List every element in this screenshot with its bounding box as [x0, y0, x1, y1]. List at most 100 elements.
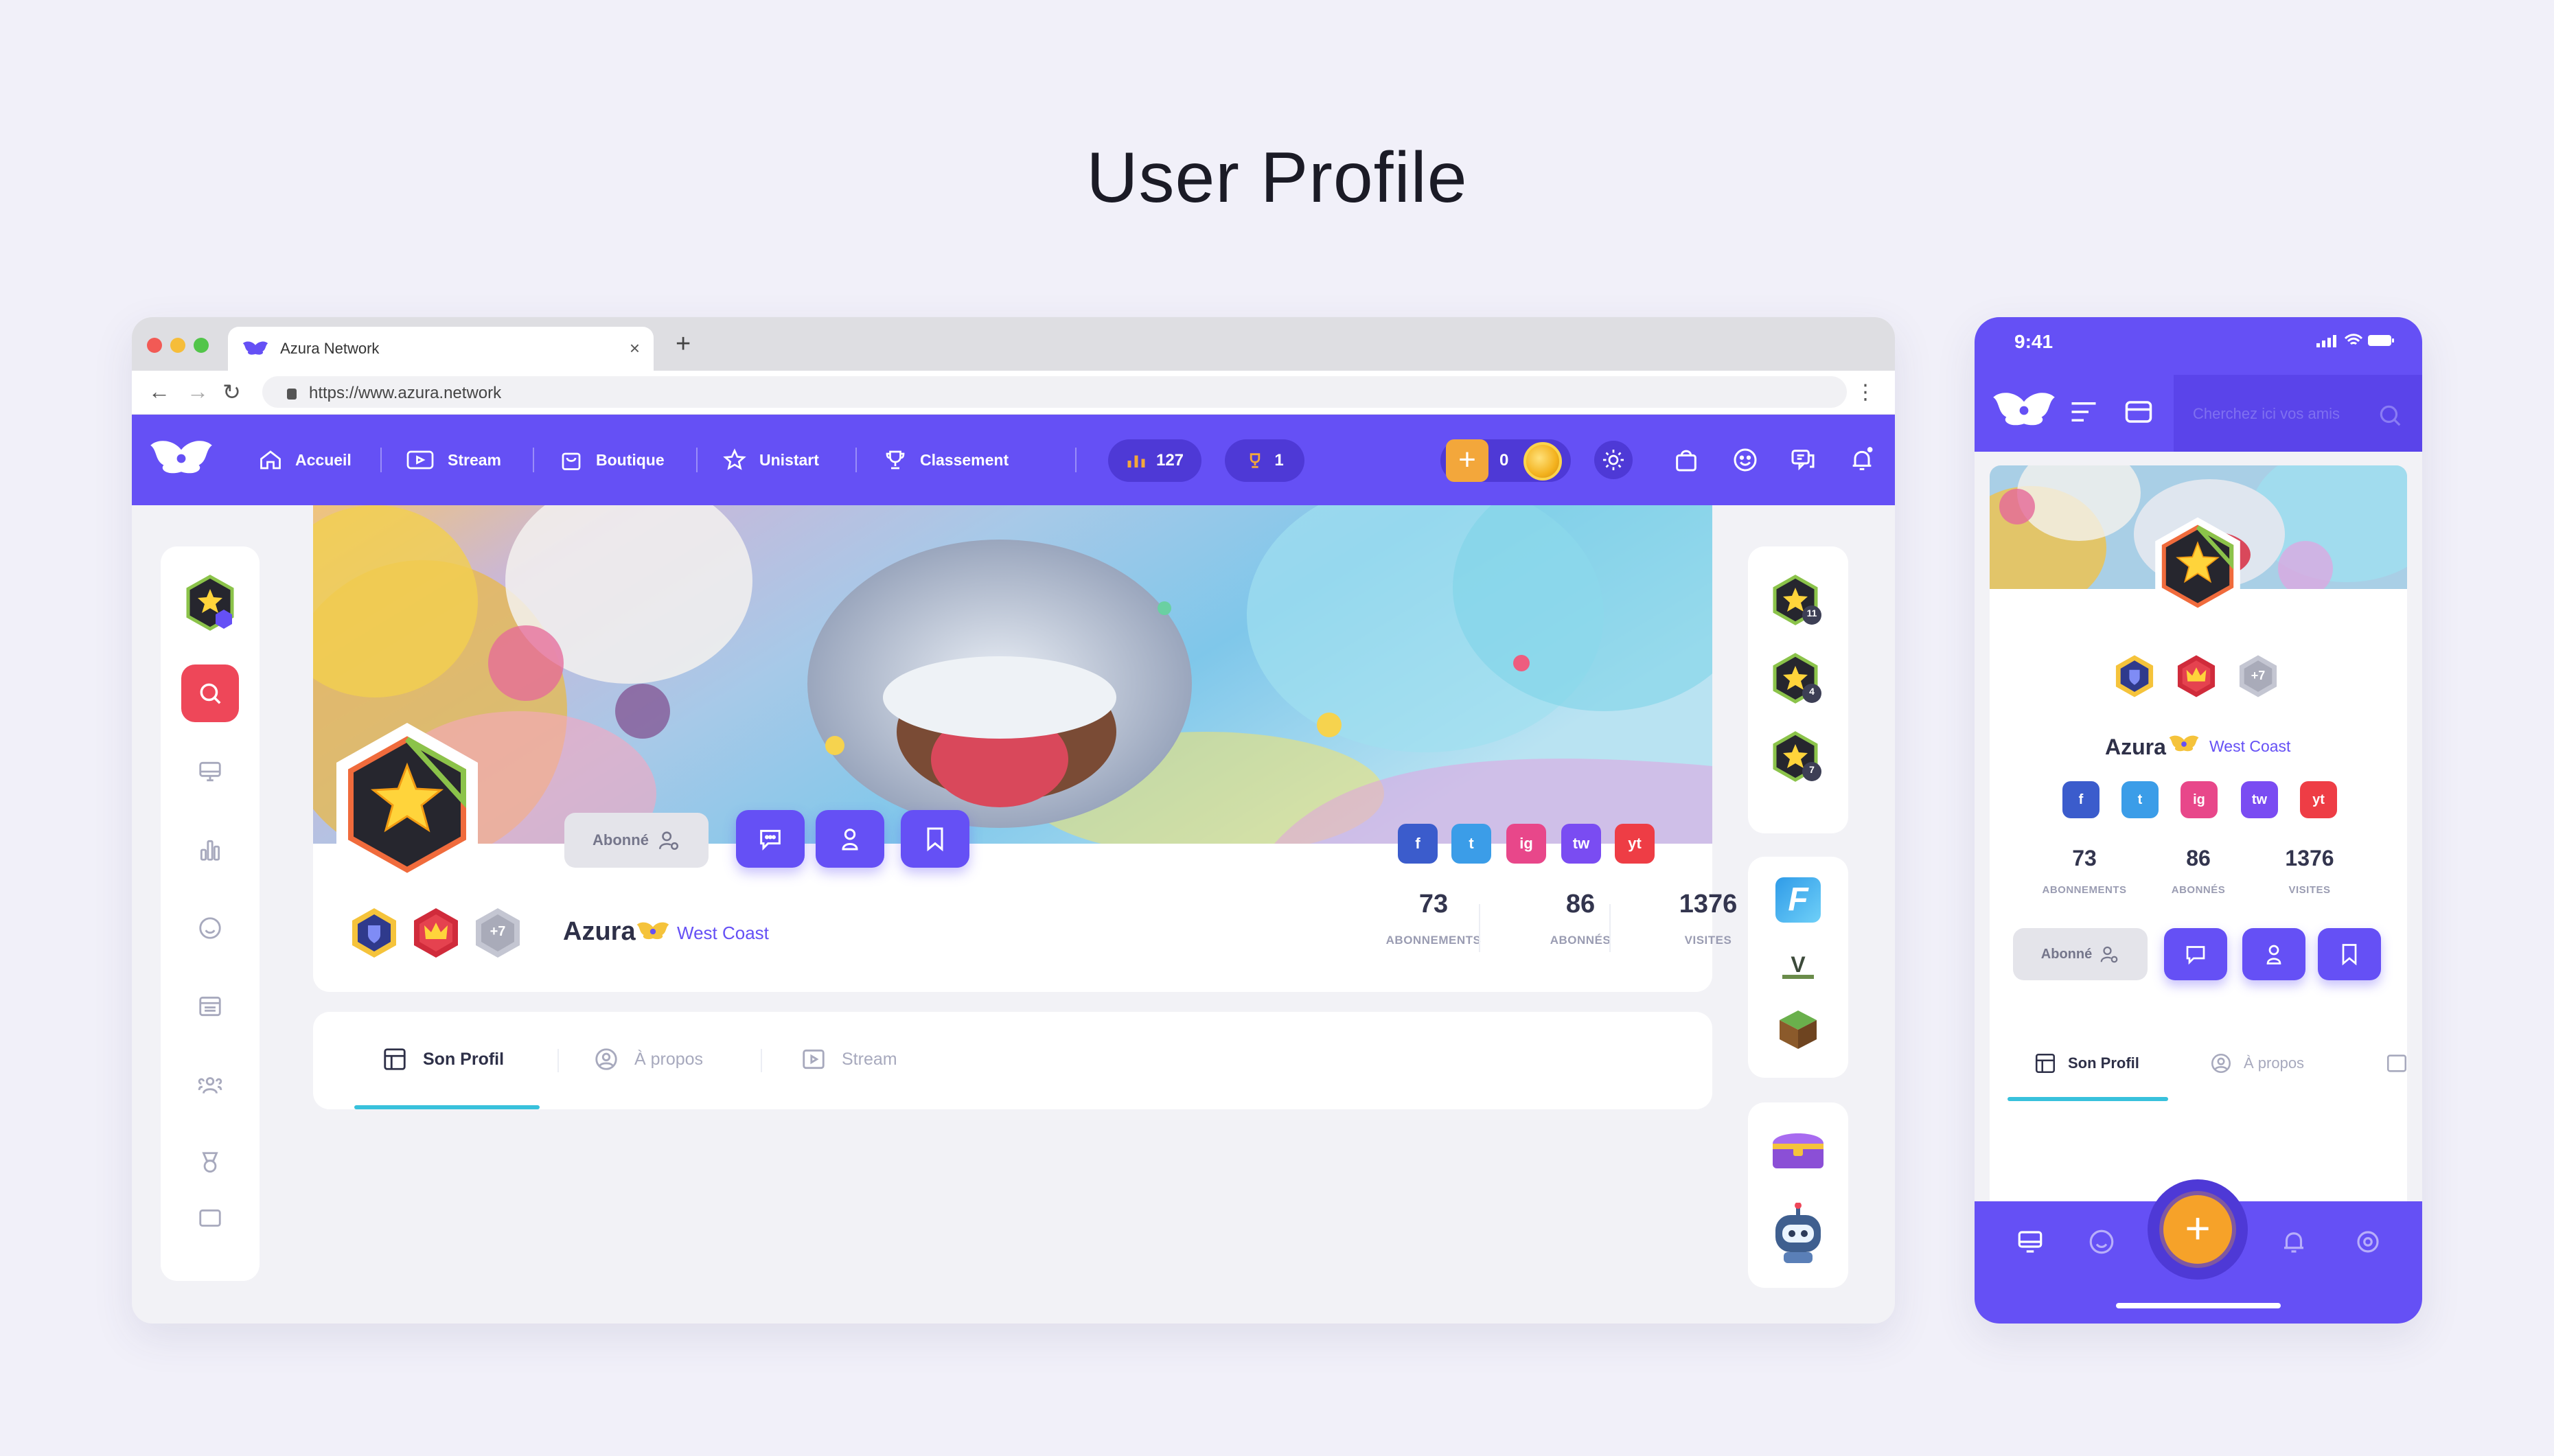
- shop-bag-icon[interactable]: [1672, 446, 1700, 474]
- stat-followers-label: ABONNÉS: [2171, 884, 2226, 896]
- stat-divider: [1609, 904, 1611, 952]
- shield-badge-icon[interactable]: [2112, 654, 2157, 699]
- subscribe-button[interactable]: Abonné: [2013, 928, 2148, 980]
- twitch-button[interactable]: tw: [1561, 824, 1601, 864]
- crown-badge-icon[interactable]: [409, 906, 463, 960]
- profile-avatar[interactable]: [321, 719, 493, 890]
- bottom-nav-notifications[interactable]: [2279, 1227, 2308, 1256]
- friend-level-hexagon-icon[interactable]: [1771, 652, 1826, 707]
- azura-logo-icon[interactable]: [147, 437, 216, 481]
- tab-stream[interactable]: [2385, 1052, 2408, 1075]
- close-window-button[interactable]: [147, 338, 162, 353]
- forward-arrow-icon[interactable]: →: [187, 379, 209, 404]
- nav-stream[interactable]: Stream: [405, 446, 501, 474]
- url-input[interactable]: https://www.azura.network: [262, 376, 1847, 408]
- level-hexagon-icon[interactable]: [184, 574, 236, 632]
- nav-divider: [380, 448, 382, 472]
- twitter-button[interactable]: t: [1451, 824, 1491, 864]
- gta-game-icon[interactable]: V: [1775, 942, 1821, 987]
- search-button[interactable]: [181, 665, 239, 722]
- bottom-nav-feed[interactable]: [2016, 1227, 2045, 1256]
- tab-a-propos[interactable]: À propos: [593, 1046, 703, 1072]
- message-button[interactable]: [736, 810, 805, 868]
- friend-level-hexagon-icon[interactable]: [1771, 730, 1826, 785]
- users-icon: [198, 1077, 222, 1094]
- tab-son-profil[interactable]: Son Profil: [2034, 1052, 2139, 1075]
- bookmark-button[interactable]: [2318, 928, 2381, 980]
- tab-son-profil[interactable]: Son Profil: [382, 1046, 504, 1072]
- friend-level-hexagon-icon[interactable]: [1771, 574, 1826, 629]
- minimize-window-button[interactable]: [170, 338, 185, 353]
- add-friend-button[interactable]: [816, 810, 884, 868]
- sidebar-item-rewards[interactable]: [181, 1134, 239, 1192]
- user-team[interactable]: West Coast: [677, 923, 769, 944]
- active-tab-indicator: [2007, 1097, 2168, 1101]
- nav-accueil[interactable]: Accueil: [258, 446, 352, 474]
- robot-bot-icon[interactable]: [1769, 1203, 1828, 1267]
- sidebar-item-feed[interactable]: [181, 743, 239, 800]
- monitor-icon: [2018, 1231, 2043, 1253]
- sidebar-item-emoji[interactable]: [181, 899, 239, 957]
- sidebar-item-more[interactable]: [181, 1205, 239, 1233]
- twitch-button[interactable]: tw: [2241, 781, 2278, 818]
- subscribe-button[interactable]: Abonné: [564, 813, 709, 868]
- crown-badge-icon[interactable]: [2174, 654, 2219, 699]
- message-button[interactable]: [2164, 928, 2227, 980]
- maximize-window-button[interactable]: [194, 338, 209, 353]
- mobile-user-team[interactable]: West Coast: [2209, 737, 2290, 756]
- mobile-profile-avatar[interactable]: [2146, 515, 2249, 618]
- mobile-device: 9:41 Cherchez ici vos amis +7 Azura West…: [1975, 317, 2422, 1324]
- youtube-button[interactable]: yt: [1615, 824, 1655, 864]
- nav-classement-label: Classement: [920, 450, 1009, 469]
- nav-classement[interactable]: Classement: [883, 446, 1009, 474]
- nav-unistart[interactable]: Unistart: [722, 446, 819, 474]
- wallet-icon[interactable]: [2124, 400, 2153, 424]
- layout-icon: [384, 1048, 406, 1070]
- trophy-counter[interactable]: 1: [1225, 439, 1304, 482]
- more-menu-icon[interactable]: ⋮: [1855, 380, 1876, 404]
- tab-a-propos[interactable]: À propos: [2209, 1052, 2304, 1075]
- notifications-bell-icon[interactable]: [1848, 446, 1876, 474]
- bookmark-button[interactable]: [901, 810, 969, 868]
- create-fab-button[interactable]: +: [2148, 1179, 2248, 1280]
- fortnite-game-icon[interactable]: F: [1775, 877, 1821, 923]
- user-name: Azura: [563, 917, 636, 946]
- instagram-button[interactable]: ig: [2181, 781, 2218, 818]
- tab-close-icon[interactable]: ×: [630, 338, 640, 359]
- sun-icon: [1603, 450, 1624, 470]
- minecraft-game-icon[interactable]: [1775, 1006, 1821, 1052]
- add-friend-button[interactable]: [2242, 928, 2305, 980]
- nav-boutique[interactable]: Boutique: [559, 446, 665, 474]
- menu-icon[interactable]: [2069, 400, 2098, 424]
- reload-icon[interactable]: ↻: [222, 379, 241, 405]
- azura-logo-icon[interactable]: [1990, 389, 2058, 432]
- back-arrow-icon[interactable]: ←: [148, 379, 170, 404]
- facebook-button[interactable]: f: [2062, 781, 2099, 818]
- bottom-nav-settings[interactable]: [2354, 1227, 2382, 1256]
- new-tab-button[interactable]: +: [676, 330, 691, 359]
- bottom-nav-emoji[interactable]: [2087, 1227, 2116, 1256]
- friend-search-input[interactable]: Cherchez ici vos amis: [2174, 375, 2422, 452]
- instagram-button[interactable]: ig: [1506, 824, 1546, 864]
- youtube-button[interactable]: yt: [2300, 781, 2337, 818]
- tab-stream[interactable]: Stream: [801, 1046, 897, 1072]
- sidebar-item-friends[interactable]: [181, 1056, 239, 1113]
- user-check-icon: [2100, 946, 2118, 963]
- sidebar-item-calendar[interactable]: [181, 978, 239, 1035]
- treasure-chest-icon[interactable]: [1769, 1123, 1828, 1174]
- add-coins-button[interactable]: +: [1446, 439, 1488, 482]
- tab-title: Azura Network: [280, 340, 380, 358]
- twitter-button[interactable]: t: [2121, 781, 2159, 818]
- stat-subscriptions-value: 73: [1418, 890, 1449, 918]
- shield-badge-icon[interactable]: [347, 906, 401, 960]
- sidebar-item-stats[interactable]: [181, 821, 239, 879]
- theme-toggle-button[interactable]: [1594, 441, 1633, 479]
- layout-icon: [2035, 1053, 2056, 1074]
- trophy-count: 1: [1274, 451, 1284, 470]
- messages-icon[interactable]: [1789, 446, 1817, 474]
- viewers-counter[interactable]: 127: [1108, 439, 1201, 482]
- browser-tab[interactable]: Azura Network ×: [228, 327, 654, 371]
- emoji-icon[interactable]: [1732, 446, 1759, 474]
- facebook-button[interactable]: f: [1398, 824, 1438, 864]
- nav-divider: [533, 448, 534, 472]
